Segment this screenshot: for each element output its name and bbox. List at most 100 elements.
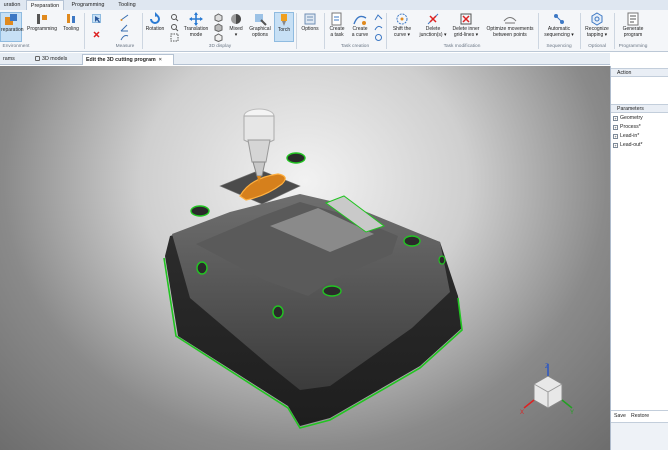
param-lead-out[interactable]: + Lead-out*: [613, 141, 643, 150]
create-task-label: Create a task: [329, 26, 345, 38]
group-programming: Programming: [618, 44, 648, 49]
group-environment: Environment: [2, 44, 30, 49]
shift-curve-label: Shift the curve ▾: [392, 26, 412, 38]
curve-tool-1-button[interactable]: [374, 13, 383, 22]
auto-sequencing-icon: [554, 14, 564, 24]
recognize-tapping-button[interactable]: Recognize tapping ▾: [582, 12, 612, 42]
3d-viewport[interactable]: Z X Y: [0, 66, 610, 450]
doctab-edit-label: Edit the 3D cutting program: [86, 57, 156, 63]
curve-offset-icon: [374, 25, 383, 31]
group-task-creation: Task creation: [340, 44, 370, 49]
preparation-button[interactable]: reparation: [0, 12, 24, 42]
panel-divider: [611, 410, 668, 411]
translation-mode-button[interactable]: Translation mode: [182, 12, 210, 42]
create-task-button[interactable]: Create a task: [326, 12, 348, 42]
torch-button[interactable]: Torch: [274, 12, 294, 42]
zoom-in-button[interactable]: [170, 13, 179, 22]
rotation-button[interactable]: Rotation: [144, 12, 166, 42]
red-cross-icon: [93, 31, 100, 38]
graphical-options-icon: [255, 14, 267, 26]
rotation-icon: [150, 12, 160, 24]
select-arrow-button[interactable]: [92, 14, 101, 23]
create-curve-label: Create a curve: [351, 26, 369, 38]
shift-curve-button[interactable]: Shift the curve ▾: [388, 12, 416, 42]
mixed-label: Mixed ▾: [229, 26, 243, 38]
close-tab-icon[interactable]: ×: [159, 57, 162, 63]
delete-junction-icon: [427, 13, 439, 25]
preparation-label: reparation: [1, 27, 24, 33]
param-geometry-label: Geometry: [620, 115, 643, 121]
graphical-options-button[interactable]: Graphical options: [246, 12, 274, 42]
param-process-label: Process*: [620, 124, 641, 130]
recognize-tapping-icon: [591, 12, 603, 26]
view-top-button[interactable]: [214, 33, 223, 43]
group-sequencing: Sequencing: [546, 44, 572, 49]
expand-icon[interactable]: +: [613, 116, 618, 121]
recognize-tapping-label: Recognize tapping ▾: [585, 26, 609, 38]
curve-join-icon: [375, 34, 382, 41]
measure-radius-icon: [120, 35, 129, 41]
zoom-window-icon: [171, 24, 179, 32]
programming-label: Programming: [26, 26, 57, 32]
group-optional: Optional: [588, 44, 606, 49]
doctab-3d-models[interactable]: 3D models: [32, 54, 80, 65]
save-button[interactable]: Save: [614, 413, 626, 419]
param-lead-out-label: Lead-out*: [620, 142, 643, 148]
curve-tool-icon: [374, 14, 383, 21]
optimize-movements-label: Optimize movements between points: [486, 26, 534, 38]
zoom-fit-button[interactable]: [170, 33, 179, 42]
view-cube[interactable]: Z X Y: [518, 362, 578, 422]
generate-program-icon: [627, 12, 639, 26]
tab-programming[interactable]: Programming: [68, 0, 108, 10]
generate-program-label: Generate program: [622, 26, 644, 38]
delete-junction-button[interactable]: Delete junction(s) ▾: [418, 12, 448, 42]
options-icon: [304, 13, 316, 25]
param-lead-in[interactable]: + Lead-in*: [613, 132, 639, 141]
torch-icon: [281, 14, 287, 26]
group-measure: Measure: [115, 44, 135, 49]
action-header: Action: [611, 68, 668, 77]
graphical-options-label: Graphical options: [249, 26, 271, 38]
measure-angle-button[interactable]: [120, 23, 129, 32]
options-button[interactable]: Options: [298, 12, 322, 42]
measure-radius-button[interactable]: [120, 33, 129, 42]
doctab-edit-3d-cutting-program[interactable]: Edit the 3D cutting program ×: [82, 54, 174, 65]
expand-icon[interactable]: +: [613, 125, 618, 130]
zoom-window-button[interactable]: [170, 23, 179, 32]
tab-tooling[interactable]: Tooling: [112, 0, 142, 10]
curve-tool-2-button[interactable]: [374, 23, 383, 32]
menu-tab-bar: uration Preparation Programming Tooling: [0, 0, 668, 10]
tooling-button[interactable]: Tooling: [60, 12, 82, 42]
param-lead-in-label: Lead-in*: [620, 133, 640, 139]
expand-icon[interactable]: +: [613, 143, 618, 148]
measure-distance-button[interactable]: [120, 13, 129, 22]
automatic-sequencing-button[interactable]: Automatic sequencing ▾: [540, 12, 578, 42]
restore-button[interactable]: Restore: [631, 413, 649, 419]
mixed-button[interactable]: Mixed ▾: [226, 12, 246, 42]
group-3d-display: 3D display: [208, 44, 232, 49]
view-front-button[interactable]: [214, 13, 223, 23]
delete-inner-gridlines-button[interactable]: Delete inner grid-lines ▾: [450, 12, 482, 42]
view-iso-button[interactable]: [214, 23, 223, 33]
measure-angle-icon: [120, 24, 128, 32]
preparation-icon: [5, 14, 17, 25]
tooling-label: Tooling: [63, 26, 79, 32]
param-process[interactable]: + Process*: [613, 123, 641, 132]
delete-gridlines-icon: [460, 13, 472, 25]
tab-configuration[interactable]: uration: [0, 0, 24, 10]
doctab-programs[interactable]: rams: [0, 54, 30, 65]
curve-tool-3-button[interactable]: [374, 33, 383, 42]
rotation-label: Rotation: [145, 26, 165, 32]
expand-icon[interactable]: +: [613, 134, 618, 139]
z-axis-label: Z: [545, 364, 549, 370]
programming-button[interactable]: Programming: [26, 12, 58, 42]
tab-preparation[interactable]: Preparation: [26, 0, 64, 10]
cancel-measure-button[interactable]: [92, 30, 101, 39]
programming-icon: [37, 14, 47, 24]
create-curve-button[interactable]: Create a curve: [348, 12, 372, 42]
optimize-movements-button[interactable]: Optimize movements between points: [484, 12, 536, 42]
zoom-fit-icon: [170, 33, 179, 42]
translation-icon: [189, 12, 203, 26]
param-geometry[interactable]: + Geometry: [613, 114, 643, 123]
generate-program-button[interactable]: Generate program: [616, 12, 650, 42]
